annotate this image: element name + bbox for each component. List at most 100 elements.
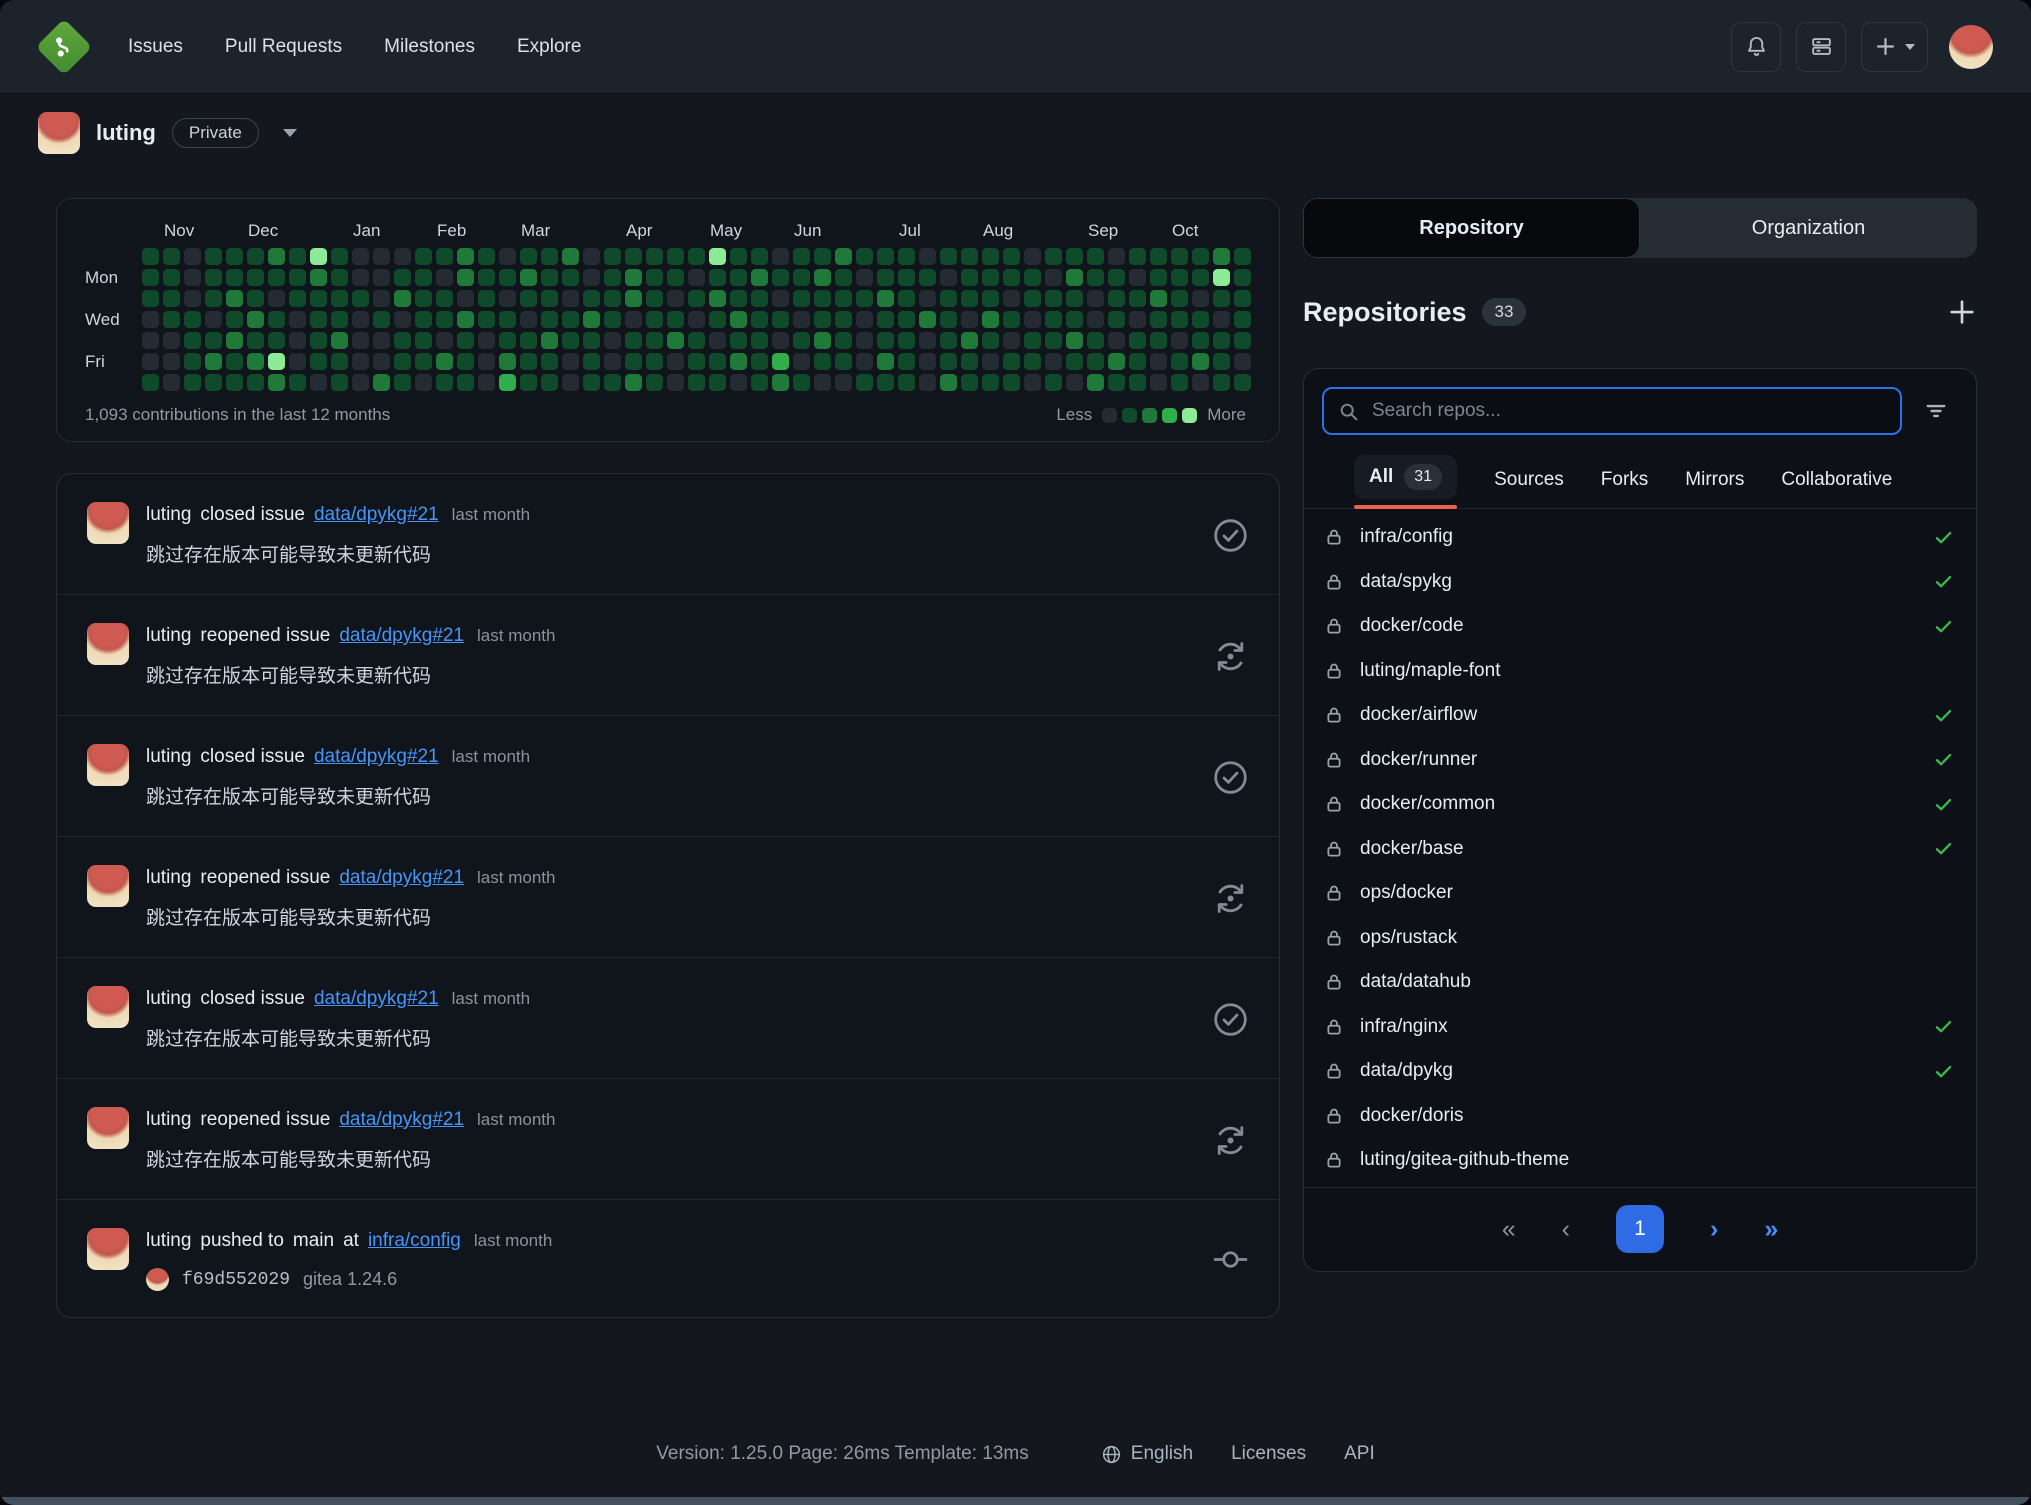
contribution-cell[interactable] xyxy=(478,374,495,391)
contribution-cell[interactable] xyxy=(835,374,852,391)
contribution-cell[interactable] xyxy=(415,332,432,349)
contribution-cell[interactable] xyxy=(289,311,306,328)
feed-avatar[interactable] xyxy=(87,1228,129,1270)
contribution-cell[interactable] xyxy=(1108,353,1125,370)
contribution-cell[interactable] xyxy=(814,269,831,286)
contribution-cell[interactable] xyxy=(562,248,579,265)
contribution-cell[interactable] xyxy=(394,248,411,265)
contribution-cell[interactable] xyxy=(436,269,453,286)
contribution-cell[interactable] xyxy=(331,311,348,328)
contribution-cell[interactable] xyxy=(289,290,306,307)
contribution-cell[interactable] xyxy=(877,248,894,265)
contribution-cell[interactable] xyxy=(898,374,915,391)
contribution-cell[interactable] xyxy=(709,353,726,370)
contribution-cell[interactable] xyxy=(1213,290,1230,307)
contribution-cell[interactable] xyxy=(142,353,159,370)
contribution-cell[interactable] xyxy=(646,311,663,328)
contribution-cell[interactable] xyxy=(961,374,978,391)
contribution-cell[interactable] xyxy=(562,290,579,307)
contribution-cell[interactable] xyxy=(247,353,264,370)
contribution-cell[interactable] xyxy=(1129,290,1146,307)
contribution-cell[interactable] xyxy=(373,269,390,286)
contribution-cell[interactable] xyxy=(1087,311,1104,328)
contribution-cell[interactable] xyxy=(1171,269,1188,286)
contribution-cell[interactable] xyxy=(688,374,705,391)
contribution-cell[interactable] xyxy=(604,311,621,328)
contribution-cell[interactable] xyxy=(730,353,747,370)
contribution-cell[interactable] xyxy=(583,311,600,328)
contribution-cell[interactable] xyxy=(772,374,789,391)
contribution-cell[interactable] xyxy=(1024,269,1041,286)
contribution-cell[interactable] xyxy=(541,290,558,307)
contribution-cell[interactable] xyxy=(1234,353,1251,370)
repo-row-infra-config[interactable]: infra/config xyxy=(1304,515,1976,560)
contribution-cell[interactable] xyxy=(1213,353,1230,370)
nav-item-explore[interactable]: Explore xyxy=(517,36,581,58)
contribution-cell[interactable] xyxy=(898,269,915,286)
filter-tab-sources[interactable]: Sources xyxy=(1494,469,1564,508)
contribution-cell[interactable] xyxy=(562,353,579,370)
contribution-cell[interactable] xyxy=(856,374,873,391)
feed-repo-link[interactable]: infra/config xyxy=(368,1230,461,1251)
contribution-cell[interactable] xyxy=(835,290,852,307)
feed-issue-link[interactable]: data/dpykg#21 xyxy=(339,625,464,646)
contribution-cell[interactable] xyxy=(1045,311,1062,328)
contribution-cell[interactable] xyxy=(331,248,348,265)
contribution-cell[interactable] xyxy=(1129,311,1146,328)
contribution-cell[interactable] xyxy=(562,269,579,286)
contribution-cell[interactable] xyxy=(1066,353,1083,370)
contribution-cell[interactable] xyxy=(688,311,705,328)
filter-tab-mirrors[interactable]: Mirrors xyxy=(1685,469,1744,508)
repo-row-infra-nginx[interactable]: infra/nginx xyxy=(1304,1005,1976,1050)
contribution-cell[interactable] xyxy=(604,353,621,370)
contribution-cell[interactable] xyxy=(793,290,810,307)
contribution-cell[interactable] xyxy=(583,374,600,391)
contribution-cell[interactable] xyxy=(1234,269,1251,286)
contribution-cell[interactable] xyxy=(310,269,327,286)
contribution-cell[interactable] xyxy=(709,332,726,349)
contribution-cell[interactable] xyxy=(772,332,789,349)
contribution-cell[interactable] xyxy=(310,353,327,370)
filter-button[interactable] xyxy=(1910,387,1962,435)
contribution-cell[interactable] xyxy=(1045,332,1062,349)
feed-issue-link[interactable]: data/dpykg#21 xyxy=(314,988,439,1009)
contribution-cell[interactable] xyxy=(352,248,369,265)
nav-item-pull-requests[interactable]: Pull Requests xyxy=(225,36,342,58)
contribution-cell[interactable] xyxy=(247,248,264,265)
contribution-cell[interactable] xyxy=(1108,269,1125,286)
contribution-cell[interactable] xyxy=(1003,248,1020,265)
contribution-cell[interactable] xyxy=(163,374,180,391)
contribution-cell[interactable] xyxy=(331,290,348,307)
contribution-cell[interactable] xyxy=(856,269,873,286)
contribution-cell[interactable] xyxy=(1129,332,1146,349)
contribution-cell[interactable] xyxy=(583,332,600,349)
contribution-cell[interactable] xyxy=(289,332,306,349)
feed-avatar[interactable] xyxy=(87,1107,129,1149)
contribution-cell[interactable] xyxy=(457,374,474,391)
contribution-cell[interactable] xyxy=(898,353,915,370)
contribution-cell[interactable] xyxy=(625,290,642,307)
contribution-cell[interactable] xyxy=(415,374,432,391)
contribution-cell[interactable] xyxy=(604,374,621,391)
feed-issue-link[interactable]: data/dpykg#21 xyxy=(339,867,464,888)
contribution-cell[interactable] xyxy=(226,248,243,265)
pagination-last[interactable]: » xyxy=(1764,1215,1778,1244)
search-input[interactable] xyxy=(1370,399,1886,423)
contribution-cell[interactable] xyxy=(373,290,390,307)
contribution-cell[interactable] xyxy=(415,311,432,328)
contribution-cell[interactable] xyxy=(436,332,453,349)
contribution-cell[interactable] xyxy=(1108,248,1125,265)
contribution-cell[interactable] xyxy=(730,248,747,265)
contribution-cell[interactable] xyxy=(772,311,789,328)
footer-link-english[interactable]: English xyxy=(1101,1443,1193,1465)
contribution-cell[interactable] xyxy=(646,269,663,286)
contribution-cell[interactable] xyxy=(163,290,180,307)
contribution-cell[interactable] xyxy=(667,248,684,265)
contribution-cell[interactable] xyxy=(688,248,705,265)
contribution-cell[interactable] xyxy=(814,311,831,328)
nav-item-issues[interactable]: Issues xyxy=(128,36,183,58)
contribution-cell[interactable] xyxy=(1024,353,1041,370)
contribution-cell[interactable] xyxy=(1192,248,1209,265)
contribution-cell[interactable] xyxy=(583,269,600,286)
contribution-cell[interactable] xyxy=(583,290,600,307)
